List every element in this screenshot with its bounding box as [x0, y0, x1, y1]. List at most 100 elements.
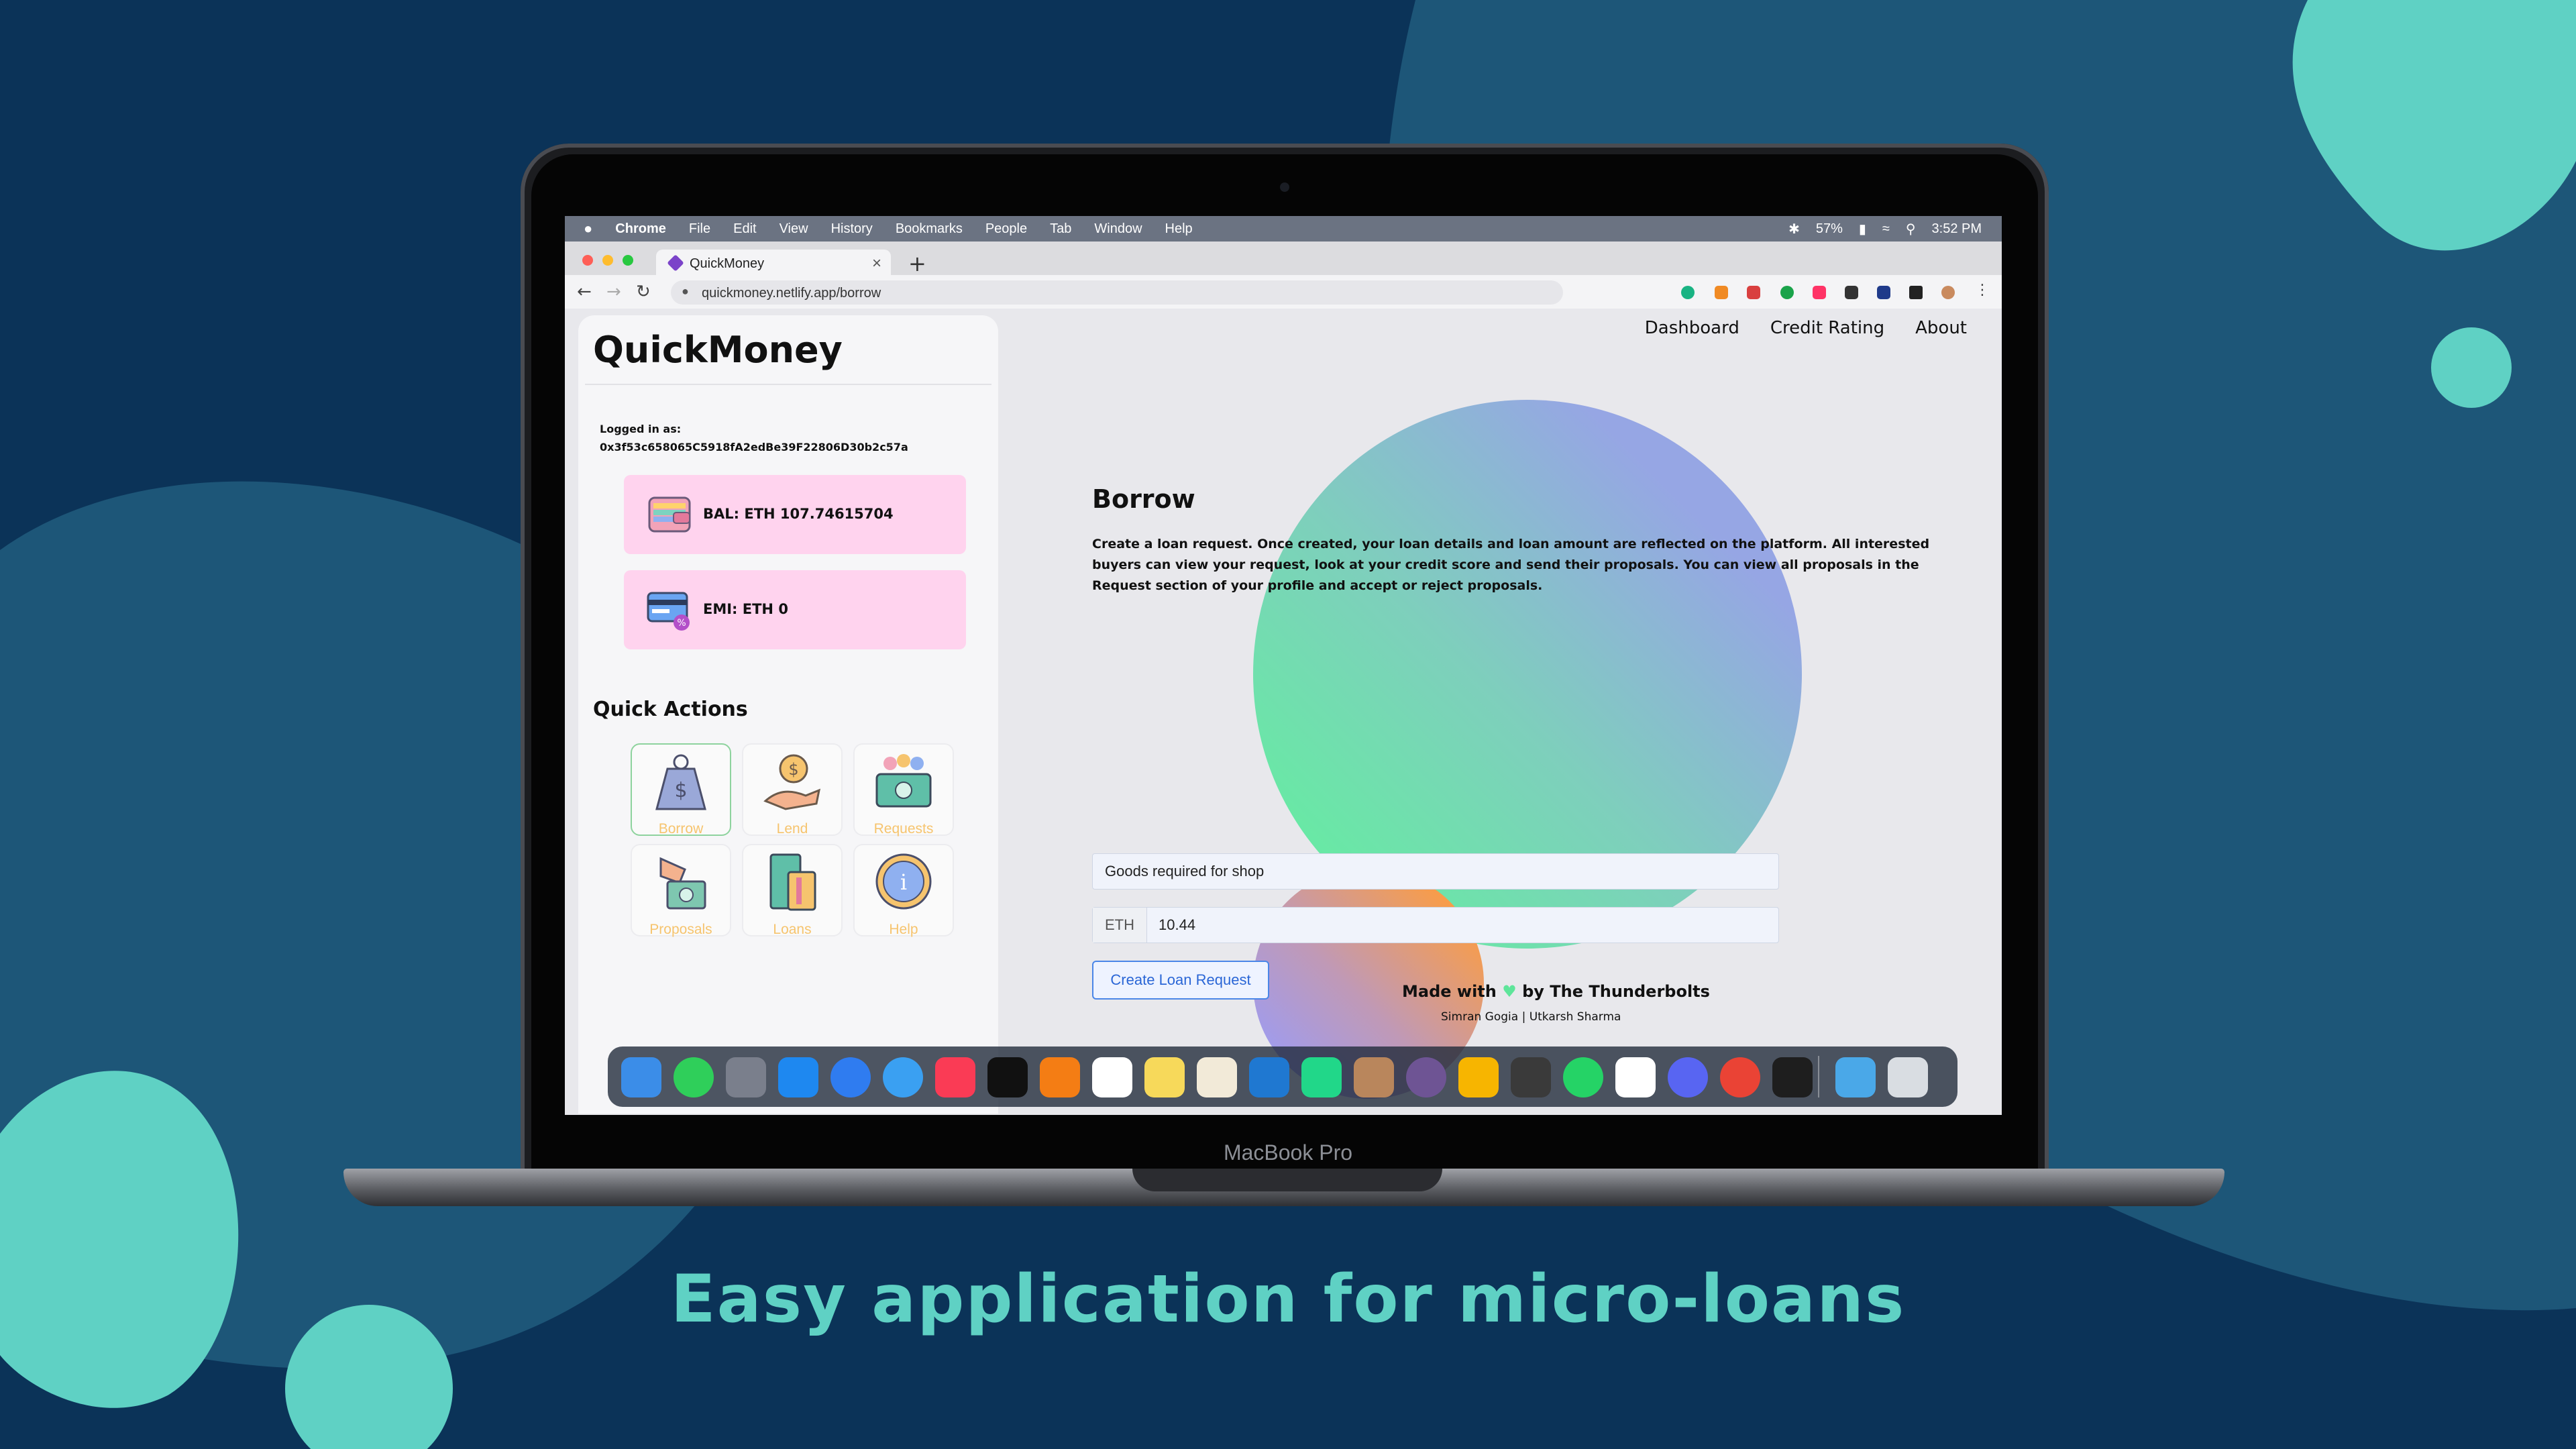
bg-teal-dot — [2431, 327, 2512, 408]
vscode-icon[interactable] — [1249, 1057, 1289, 1097]
nav-about[interactable]: About — [1915, 318, 1967, 338]
new-tab-button[interactable]: + — [908, 251, 926, 276]
emi-text: EMI: ETH 0 — [703, 601, 788, 617]
metamask-extension-icon[interactable] — [1715, 286, 1728, 299]
trash-icon[interactable] — [1888, 1057, 1928, 1097]
menu-file[interactable]: File — [689, 221, 710, 237]
extension-icon-3[interactable] — [1747, 286, 1760, 299]
extension-icon-6[interactable] — [1845, 286, 1858, 299]
clock[interactable]: 3:52 PM — [1932, 221, 1982, 237]
web-page: QuickMoney Logged in as: 0x3f53c658065C5… — [565, 309, 2002, 1114]
forward-icon[interactable]: → — [606, 282, 621, 302]
archive-utility-icon[interactable] — [1354, 1057, 1394, 1097]
borrow-title: Borrow — [1092, 484, 1195, 514]
logged-in-label: Logged in as: — [600, 423, 682, 435]
money-bag-icon: $ — [655, 754, 706, 810]
screen: ● Chrome File Edit View History Bookmark… — [565, 216, 2002, 1115]
menu-help[interactable]: Help — [1165, 221, 1193, 237]
menu-window[interactable]: Window — [1094, 221, 1142, 237]
menu-app-name[interactable]: Chrome — [615, 221, 666, 237]
extension-icon-4[interactable] — [1780, 286, 1794, 299]
final-cut-icon[interactable] — [1511, 1057, 1551, 1097]
sidebar-divider — [585, 384, 991, 385]
quick-action-proposals[interactable]: Proposals — [631, 844, 731, 937]
menu-history[interactable]: History — [831, 221, 873, 237]
slack-icon[interactable] — [1615, 1057, 1656, 1097]
extensions-puzzle-icon[interactable] — [1909, 286, 1923, 299]
quick-action-lend[interactable]: $ Lend — [742, 743, 843, 837]
back-icon[interactable]: ← — [577, 282, 592, 302]
whatsapp-icon[interactable] — [1563, 1057, 1603, 1097]
spotlight-icon[interactable]: ⚲ — [1906, 221, 1916, 237]
notes-icon[interactable] — [1144, 1057, 1185, 1097]
terminal-icon[interactable] — [1772, 1057, 1813, 1097]
info-icon: i — [875, 853, 932, 910]
wallet-icon — [648, 496, 691, 533]
battery-percent: 57% — [1815, 221, 1843, 236]
made-with-text: Made with — [1402, 982, 1497, 1001]
launchpad-icon[interactable] — [726, 1057, 766, 1097]
music-icon[interactable] — [935, 1057, 975, 1097]
chrome-menu-icon[interactable]: ⋮ — [1975, 282, 1990, 299]
loan-amount-input[interactable]: ETH 10.44 — [1092, 907, 1779, 943]
pages-icon[interactable] — [1197, 1057, 1237, 1097]
sidebar: QuickMoney Logged in as: 0x3f53c658065C5… — [578, 315, 998, 1114]
browser-tab[interactable]: QuickMoney × — [656, 250, 891, 278]
account-address: 0x3f53c658065C5918fA2edBe39F22806D30b2c5… — [600, 441, 908, 453]
app-store-icon[interactable] — [778, 1057, 818, 1097]
menu-view[interactable]: View — [780, 221, 808, 237]
quick-actions-title: Quick Actions — [593, 698, 748, 721]
loan-purpose-input[interactable]: Goods required for shop — [1092, 853, 1779, 890]
notion-icon[interactable] — [1092, 1057, 1132, 1097]
chrome-icon[interactable] — [1720, 1057, 1760, 1097]
apple-icon[interactable]: ● — [584, 220, 592, 237]
quick-action-borrow[interactable]: $ Borrow — [631, 743, 731, 837]
app-logo[interactable]: QuickMoney — [593, 329, 843, 371]
dock-separator — [1818, 1056, 1819, 1097]
quick-action-label: Requests — [873, 821, 934, 837]
downloads-folder-icon[interactable] — [1835, 1057, 1876, 1097]
battery-icon[interactable]: ▮ — [1859, 221, 1866, 237]
quick-action-requests[interactable]: Requests — [853, 743, 954, 837]
logged-in-info: Logged in as: 0x3f53c658065C5918fA2edBe3… — [600, 420, 908, 456]
nav-credit-rating[interactable]: Credit Rating — [1770, 318, 1884, 338]
loan-amount-value: 10.44 — [1159, 916, 1196, 933]
safari-icon[interactable] — [883, 1057, 923, 1097]
menu-people[interactable]: People — [985, 221, 1027, 237]
minimize-window-button[interactable] — [602, 255, 613, 266]
grammarly-extension-icon[interactable] — [1681, 286, 1695, 299]
messages-icon[interactable] — [674, 1057, 714, 1097]
github-icon[interactable] — [1406, 1057, 1446, 1097]
quick-action-label: Help — [889, 922, 918, 937]
quick-action-label: Borrow — [658, 821, 704, 837]
pycharm-icon[interactable] — [1301, 1057, 1342, 1097]
reload-icon[interactable]: ↻ — [636, 282, 651, 302]
menu-edit[interactable]: Edit — [733, 221, 756, 237]
menu-tab[interactable]: Tab — [1050, 221, 1071, 237]
profile-avatar[interactable] — [1941, 286, 1955, 299]
tagline: Easy application for micro-loans — [670, 1261, 1906, 1338]
sketch-icon[interactable] — [1458, 1057, 1499, 1097]
menubar-status: ✱ 57% ▮ ≈ ⚲ 3:52 PM — [1788, 221, 1982, 237]
quick-action-loans[interactable]: Loans — [742, 844, 843, 937]
vlc-icon[interactable] — [1040, 1057, 1080, 1097]
discord-icon[interactable] — [1668, 1057, 1708, 1097]
bluetooth-icon[interactable]: ✱ — [1788, 221, 1800, 237]
create-loan-request-button[interactable]: Create Loan Request — [1092, 961, 1269, 1000]
credit-card-icon: % — [647, 592, 690, 631]
tab-close-icon[interactable]: × — [872, 254, 881, 273]
finder-icon[interactable] — [621, 1057, 661, 1097]
close-window-button[interactable] — [582, 255, 593, 266]
menu-bookmarks[interactable]: Bookmarks — [896, 221, 963, 237]
address-bar[interactable]: ● quickmoney.netlify.app/borrow — [671, 280, 1563, 305]
zoom-window-button[interactable] — [623, 255, 633, 266]
extension-icon-7[interactable] — [1877, 286, 1890, 299]
borrow-description: Create a loan request. Once created, you… — [1092, 537, 1930, 593]
nav-dashboard[interactable]: Dashboard — [1645, 318, 1739, 338]
url-text: quickmoney.netlify.app/borrow — [702, 286, 881, 301]
wifi-icon[interactable]: ≈ — [1882, 221, 1890, 237]
quick-action-help[interactable]: i Help — [853, 844, 954, 937]
apple-tv-icon[interactable] — [987, 1057, 1028, 1097]
testflight-icon[interactable] — [830, 1057, 871, 1097]
extension-icon-5[interactable] — [1813, 286, 1826, 299]
